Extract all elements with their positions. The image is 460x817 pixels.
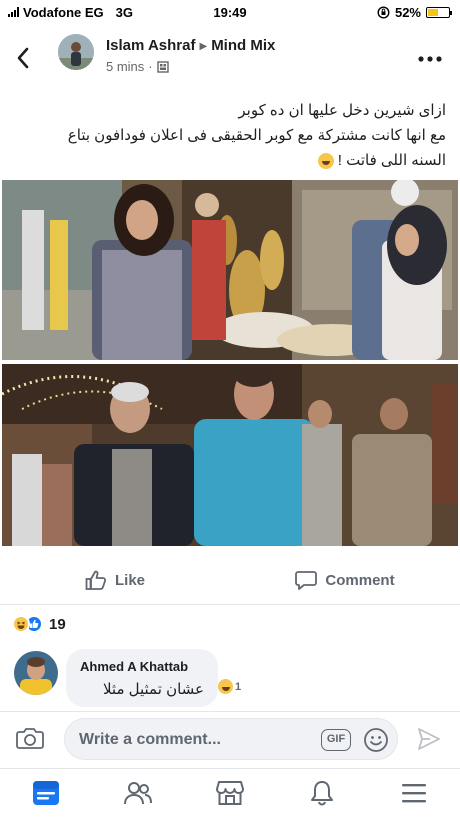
comment-reaction-count: 1 [235,680,242,693]
market-scene-photo [2,180,458,360]
reactions-summary[interactable]: 19 [12,615,66,633]
nav-news-feed[interactable] [0,769,92,817]
post-header: Islam Ashraf ▶ Mind Mix 5 mins · [0,28,460,88]
comment-bubble-icon [295,571,318,590]
more-options-button[interactable] [418,42,442,68]
nav-groups[interactable] [92,769,184,817]
post-text: ازاى شيرين دخل عليها ان ده كوبر مع انها … [16,98,446,173]
divider [0,604,460,605]
battery-icon [426,6,452,18]
status-bar: Vodafone EG 3G 19:49 52% [0,0,460,24]
nav-marketplace[interactable] [184,769,276,817]
post-meta: 5 mins · [106,59,169,74]
groups-icon [124,782,152,805]
commenter-avatar[interactable] [14,651,58,695]
camera-icon[interactable] [16,726,44,750]
laughing-emoji-icon [317,153,334,170]
battery-percent: 52% [394,4,421,20]
street-scene-photo [2,364,458,546]
news-feed-icon [33,781,59,805]
post-time[interactable]: 5 mins [106,59,144,74]
like-button[interactable]: Like [0,560,230,600]
more-dots-icon [418,56,442,62]
marketplace-icon [216,781,244,805]
thumbs-up-icon [85,570,107,590]
bottom-nav [0,768,460,817]
comment-placeholder: Write a comment... [79,731,221,748]
comment-label: Comment [325,571,395,589]
like-label: Like [114,571,145,589]
comment-input[interactable]: Write a comment... GIF [64,718,398,760]
post-text-line: مع انها كانت مشتركة مع كوبر الحقيقى فى ا… [67,127,446,144]
comment-reactions[interactable]: 1 [218,679,241,694]
author-photo [58,34,94,70]
arrow-right-icon: ▶ [199,40,208,52]
author-line: Islam Ashraf ▶ Mind Mix [106,37,275,54]
battery-info: 52% [377,4,452,20]
comment-composer: Write a comment... GIF [0,712,460,766]
haha-reaction-icon [218,679,233,694]
author-name[interactable]: Islam Ashraf [106,37,195,54]
post-photo-1[interactable] [2,180,458,360]
commenter-photo [14,651,58,695]
send-icon[interactable] [416,726,442,752]
group-name[interactable]: Mind Mix [211,37,275,54]
post-photo-2[interactable] [2,364,458,546]
post-text-line: السنه اللى فاتت ! [337,152,446,169]
comment-bubble[interactable]: Ahmed A Khattab عشان تمثيل مثلا [66,649,218,707]
post-text-line-last: السنه اللى فاتت ! [16,148,446,173]
back-chevron-icon [17,47,29,69]
menu-icon [402,784,426,803]
reaction-count: 19 [49,615,66,633]
comment-button[interactable]: Comment [230,560,460,600]
commenter-name[interactable]: Ahmed A Khattab [80,659,188,674]
comment-text: عشان تمثيل مثلا [102,681,204,698]
rotation-lock-icon [377,5,390,19]
author-avatar[interactable] [58,34,94,70]
audience-icon [156,60,169,73]
nav-menu[interactable] [368,769,460,817]
haha-reaction-icon [12,615,30,633]
post-actions: Like Comment [0,560,460,600]
post-text-line: ازاى شيرين دخل عليها ان ده كوبر [238,102,446,119]
nav-notifications[interactable] [276,769,368,817]
back-button[interactable] [16,42,38,70]
notifications-icon [311,781,333,806]
gif-button[interactable]: GIF [321,729,351,751]
emoji-icon[interactable] [363,727,389,753]
